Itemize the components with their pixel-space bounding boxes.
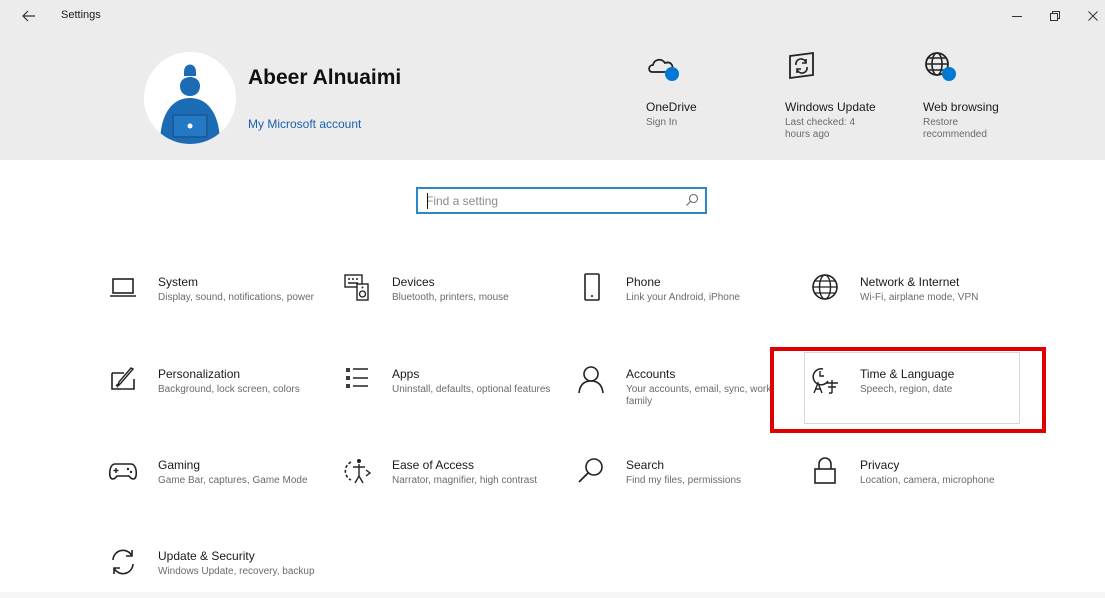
category-subtitle: Windows Update, recovery, backup — [158, 566, 315, 577]
sync-arrows-icon — [112, 549, 134, 575]
paint-brush-icon — [111, 367, 135, 390]
category-subtitle: Bluetooth, printers, mouse — [392, 292, 509, 303]
category-subtitle: Link your Android, iPhone — [626, 292, 740, 303]
category-title: Ease of Access — [392, 458, 475, 472]
onedrive-title: OneDrive — [646, 100, 697, 114]
minimize-button[interactable] — [1004, 4, 1030, 28]
ease-of-access-icon — [344, 459, 372, 484]
restore-button[interactable] — [1042, 4, 1068, 28]
category-subtitle: Location, camera, microphone — [860, 475, 995, 486]
category-subtitle: Speech, region, date — [860, 384, 953, 395]
category-privacy[interactable]: Privacy Location, camera, microphone — [810, 456, 1028, 526]
category-phone[interactable]: Phone Link your Android, iPhone — [576, 273, 794, 343]
category-subtitle: Uninstall, defaults, optional features — [392, 384, 551, 395]
search-icon — [578, 458, 603, 483]
search-icon[interactable] — [685, 193, 699, 207]
category-time-language[interactable]: Time & Language Speech, region, date — [810, 365, 1028, 435]
user-avatar-icon — [144, 52, 236, 144]
keyboard-speaker-icon — [344, 274, 369, 301]
restore-icon — [1050, 11, 1060, 21]
avatar[interactable] — [144, 52, 236, 144]
close-icon — [1088, 11, 1098, 21]
category-network-internet[interactable]: Network & Internet Wi-Fi, airplane mode,… — [810, 273, 1028, 343]
category-subtitle: Your accounts, email, sync, work, family — [626, 384, 775, 407]
onedrive-subtitle: Sign In — [646, 117, 678, 128]
windows-update-icon — [789, 51, 814, 80]
category-subtitle: Background, lock screen, colors — [158, 384, 300, 395]
category-subtitle: Display, sound, notifications, power — [158, 292, 315, 303]
bottom-edge — [0, 592, 1105, 598]
web-browsing-subtitle: Restore recommended — [923, 117, 987, 140]
category-title: System — [158, 275, 199, 289]
category-title: Personalization — [158, 367, 241, 381]
text-caret — [427, 193, 428, 209]
category-title: Accounts — [626, 367, 676, 381]
windows-update-subtitle: Last checked: 4 hours ago — [785, 117, 856, 140]
web-browsing-title: Web browsing — [923, 100, 999, 114]
category-title: Search — [626, 458, 665, 472]
category-subtitle: Narrator, magnifier, high contrast — [392, 475, 538, 486]
category-title: Network & Internet — [860, 275, 960, 289]
title-bar: Settings — [0, 0, 1105, 32]
windows-update-quick-link[interactable]: Windows Update Last checked: 4 hours ago — [785, 50, 895, 160]
category-personalization[interactable]: Personalization Background, lock screen,… — [108, 365, 326, 435]
onedrive-cloud-icon — [648, 58, 679, 81]
account-header: Abeer Alnuaimi My Microsoft account OneD… — [0, 32, 1105, 160]
web-browsing-quick-link[interactable]: Web browsing Restore recommended — [923, 50, 1033, 160]
gamepad-icon — [108, 463, 138, 480]
close-button[interactable] — [1080, 4, 1105, 28]
search-box[interactable] — [416, 187, 707, 214]
person-icon — [578, 366, 604, 394]
category-ease-of-access[interactable]: Ease of Access Narrator, magnifier, high… — [342, 456, 560, 526]
category-title: Devices — [392, 275, 435, 289]
category-title: Privacy — [860, 458, 900, 472]
category-subtitle: Find my files, permissions — [626, 475, 742, 486]
category-gaming[interactable]: Gaming Game Bar, captures, Game Mode — [108, 456, 326, 526]
lock-icon — [814, 457, 836, 484]
onedrive-quick-link[interactable]: OneDrive Sign In — [646, 50, 756, 160]
category-title: Time & Language — [860, 367, 955, 381]
category-accounts[interactable]: Accounts Your accounts, email, sync, wor… — [576, 365, 794, 435]
globe-icon — [812, 274, 838, 300]
time-language-icon — [812, 368, 838, 394]
category-subtitle: Wi-Fi, airplane mode, VPN — [860, 292, 979, 303]
windows-update-title: Windows Update — [785, 100, 876, 114]
back-button[interactable] — [18, 6, 40, 26]
phone-icon — [584, 273, 600, 301]
window-title: Settings — [61, 9, 101, 21]
minimize-icon — [1012, 16, 1022, 17]
category-title: Apps — [392, 367, 420, 381]
category-title: Update & Security — [158, 549, 255, 563]
category-search[interactable]: Search Find my files, permissions — [576, 456, 794, 526]
laptop-icon — [110, 278, 136, 297]
microsoft-account-link[interactable]: My Microsoft account — [248, 117, 361, 131]
account-name: Abeer Alnuaimi — [248, 66, 402, 89]
search-input[interactable] — [426, 192, 676, 210]
category-update-security[interactable]: Update & Security Windows Update, recove… — [108, 547, 326, 598]
category-devices[interactable]: Devices Bluetooth, printers, mouse — [342, 273, 560, 343]
category-apps[interactable]: Apps Uninstall, defaults, optional featu… — [342, 365, 560, 435]
category-system[interactable]: System Display, sound, notifications, po… — [108, 273, 326, 343]
category-subtitle: Game Bar, captures, Game Mode — [158, 475, 308, 486]
category-title: Gaming — [158, 458, 201, 472]
web-browsing-globe-icon — [925, 52, 956, 81]
apps-list-icon — [346, 368, 368, 388]
back-arrow-icon — [22, 10, 35, 22]
category-title: Phone — [626, 275, 661, 289]
